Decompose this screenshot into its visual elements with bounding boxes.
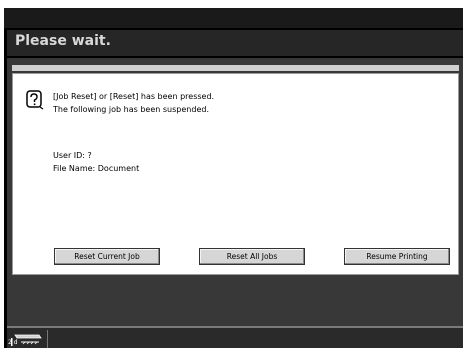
message-dialog: [Job Reset] or [Reset] has been pressed.… [12,73,459,275]
user-id-label: User ID: ? [53,151,92,160]
question-document-icon [26,90,44,110]
top-bar [4,8,463,28]
title-bar: Please wait. [7,30,463,56]
page-title: Please wait. [15,33,111,49]
tray-label: 2 d [8,339,18,346]
status-separator [47,330,48,348]
panel-top-strip [12,65,459,71]
reset-all-jobs-button[interactable]: Reset All Jobs [199,248,305,265]
status-bar: 2 d [7,328,463,348]
resume-printing-button[interactable]: Resume Printing [344,248,450,265]
message-line-2: The following job has been suspended. [53,105,209,114]
message-line-1: [Job Reset] or [Reset] has been pressed. [53,92,215,101]
file-name-label: File Name: Document [53,164,140,173]
reset-current-job-button[interactable]: Reset Current Job [54,248,160,265]
device-screen: Please wait. [Job Reset] or [Reset] has … [4,8,463,348]
